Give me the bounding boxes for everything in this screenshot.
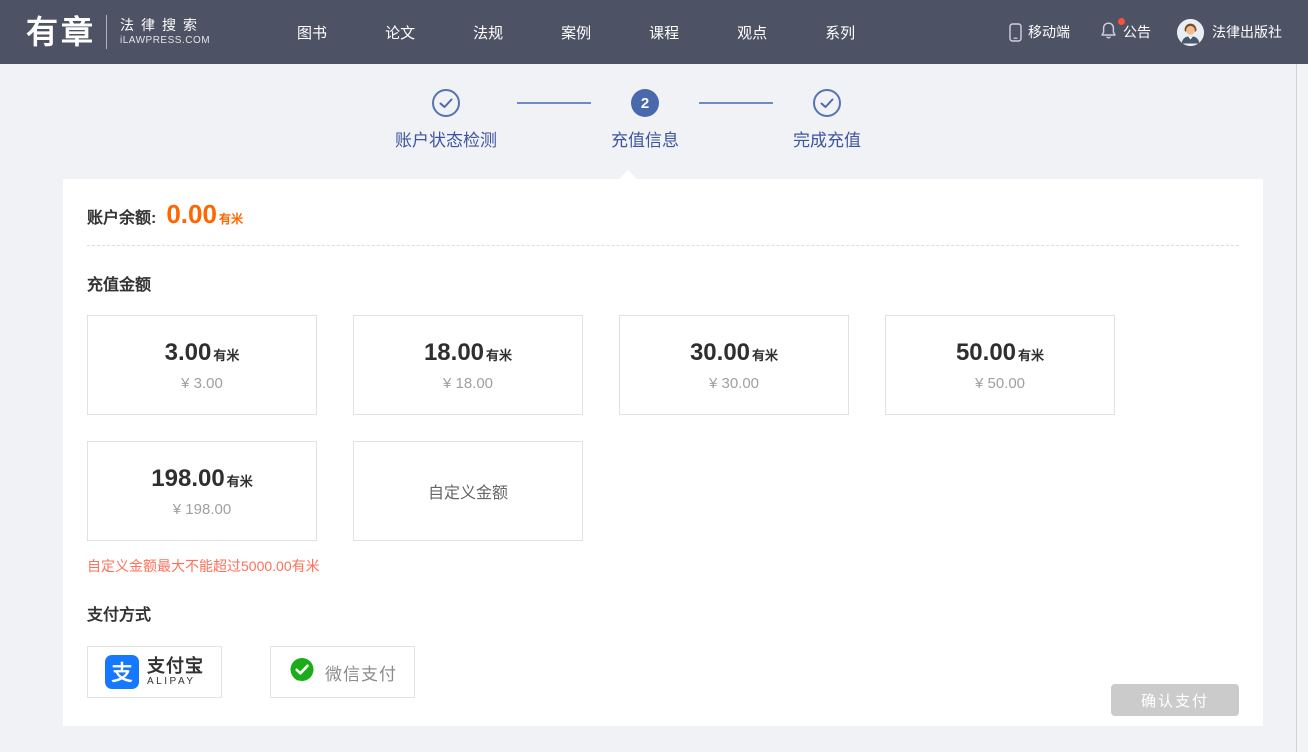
logo-domain: iLAWPRESS.COM	[120, 34, 210, 47]
nav-item-opinions[interactable]: 观点	[708, 22, 796, 43]
notice-link[interactable]: 公告	[1100, 21, 1151, 43]
amount-option-30[interactable]: 30.00 有米 ¥ 30.00	[619, 315, 849, 415]
amount-unit: 有米	[227, 471, 253, 490]
logo-divider	[106, 15, 107, 49]
divider	[87, 245, 1239, 246]
recharge-amount-title: 充值金额	[87, 271, 1239, 295]
top-navbar: 有章 法律搜索 iLAWPRESS.COM 图书 论文 法规 案例 课程 观点 …	[0, 0, 1308, 64]
main-menu: 图书 论文 法规 案例 课程 观点 系列	[268, 22, 884, 43]
step-current-circle: 2	[631, 89, 659, 117]
amount-value: 30.00	[690, 339, 750, 367]
payment-methods: 支 支付宝 ALIPAY 微信支付	[87, 646, 1239, 698]
balance-unit: 有米	[219, 210, 243, 227]
alipay-option[interactable]: 支 支付宝 ALIPAY	[87, 646, 222, 698]
amount-option-3[interactable]: 3.00 有米 ¥ 3.00	[87, 315, 317, 415]
wechat-pay-label: 微信支付	[325, 660, 397, 685]
amount-price: ¥ 50.00	[975, 375, 1025, 392]
recharge-stepper: 账户状态检测 2 充值信息 完成充值	[0, 64, 1282, 151]
amount-value: 198.00	[151, 465, 224, 493]
custom-amount-label: 自定义金额	[428, 479, 508, 503]
logo-subtitle-block: 法律搜索 iLAWPRESS.COM	[120, 17, 210, 47]
step-connector	[517, 102, 591, 104]
alipay-icon: 支	[105, 655, 139, 689]
notice-label: 公告	[1123, 22, 1151, 42]
wechat-pay-icon	[288, 656, 316, 689]
panel-notch	[619, 170, 637, 179]
amount-option-50[interactable]: 50.00 有米 ¥ 50.00	[885, 315, 1115, 415]
mobile-label: 移动端	[1028, 22, 1070, 42]
nav-item-books[interactable]: 图书	[268, 22, 356, 43]
navbar-right: 移动端 公告 法律出版社	[979, 19, 1282, 46]
amount-price: ¥ 3.00	[181, 375, 223, 392]
max-amount-warning: 自定义金额最大不能超过5000.00有米	[87, 556, 1239, 576]
check-icon	[820, 98, 834, 109]
vertical-scrollbar[interactable]	[1296, 64, 1308, 752]
step-label: 充值信息	[611, 126, 679, 151]
mobile-link[interactable]: 移动端	[1009, 22, 1070, 42]
alipay-label: 支付宝	[147, 656, 204, 676]
amount-value: 3.00	[165, 339, 212, 367]
step-number: 2	[641, 95, 649, 112]
stepper-step-recharge-info: 2 充值信息	[611, 89, 679, 151]
amount-value: 50.00	[956, 339, 1016, 367]
amount-grid: 3.00 有米 ¥ 3.00 18.00 有米 ¥ 18.00 30.00 有米…	[87, 315, 1187, 541]
step-label: 账户状态检测	[395, 126, 497, 151]
nav-item-series[interactable]: 系列	[796, 22, 884, 43]
nav-item-courses[interactable]: 课程	[620, 22, 708, 43]
recharge-panel: 账户余额: 0.00 有米 充值金额 3.00 有米 ¥ 3.00 18.00 …	[63, 179, 1263, 726]
amount-price: ¥ 18.00	[443, 375, 493, 392]
balance-label: 账户余额:	[87, 204, 156, 228]
amount-unit: 有米	[213, 345, 239, 364]
amount-price: ¥ 30.00	[709, 375, 759, 392]
amount-value: 18.00	[424, 339, 484, 367]
balance-row: 账户余额: 0.00 有米	[87, 179, 1239, 230]
amount-price: ¥ 198.00	[173, 501, 231, 518]
user-account[interactable]: 法律出版社	[1177, 19, 1282, 46]
custom-amount-option[interactable]: 自定义金额	[353, 441, 583, 541]
wechat-pay-option[interactable]: 微信支付	[270, 646, 415, 698]
phone-icon	[1009, 23, 1022, 42]
nav-item-papers[interactable]: 论文	[356, 22, 444, 43]
amount-unit: 有米	[1018, 345, 1044, 364]
step-label: 完成充值	[793, 126, 861, 151]
step-connector	[699, 102, 773, 104]
logo-subtitle: 法律搜索	[120, 17, 210, 34]
alipay-sublabel: ALIPAY	[147, 676, 204, 688]
notice-badge-dot	[1118, 18, 1125, 25]
balance-value: 0.00	[166, 199, 217, 230]
confirm-payment-button[interactable]: 确认支付	[1111, 684, 1239, 716]
nav-item-laws[interactable]: 法规	[444, 22, 532, 43]
user-avatar	[1177, 19, 1204, 46]
user-name: 法律出版社	[1212, 22, 1282, 42]
bell-icon	[1100, 21, 1123, 43]
step-done-circle	[432, 89, 460, 117]
stepper-step-finish: 完成充值	[793, 89, 861, 151]
step-done-circle	[813, 89, 841, 117]
site-logo[interactable]: 有章 法律搜索 iLAWPRESS.COM	[26, 15, 210, 49]
amount-option-18[interactable]: 18.00 有米 ¥ 18.00	[353, 315, 583, 415]
payment-method-title: 支付方式	[87, 601, 1239, 625]
check-icon	[439, 98, 453, 109]
nav-item-cases[interactable]: 案例	[532, 22, 620, 43]
amount-option-198[interactable]: 198.00 有米 ¥ 198.00	[87, 441, 317, 541]
amount-unit: 有米	[752, 345, 778, 364]
amount-unit: 有米	[486, 345, 512, 364]
stepper-step-account-check: 账户状态检测	[395, 89, 497, 151]
logo-brand-text: 有章	[26, 16, 96, 48]
